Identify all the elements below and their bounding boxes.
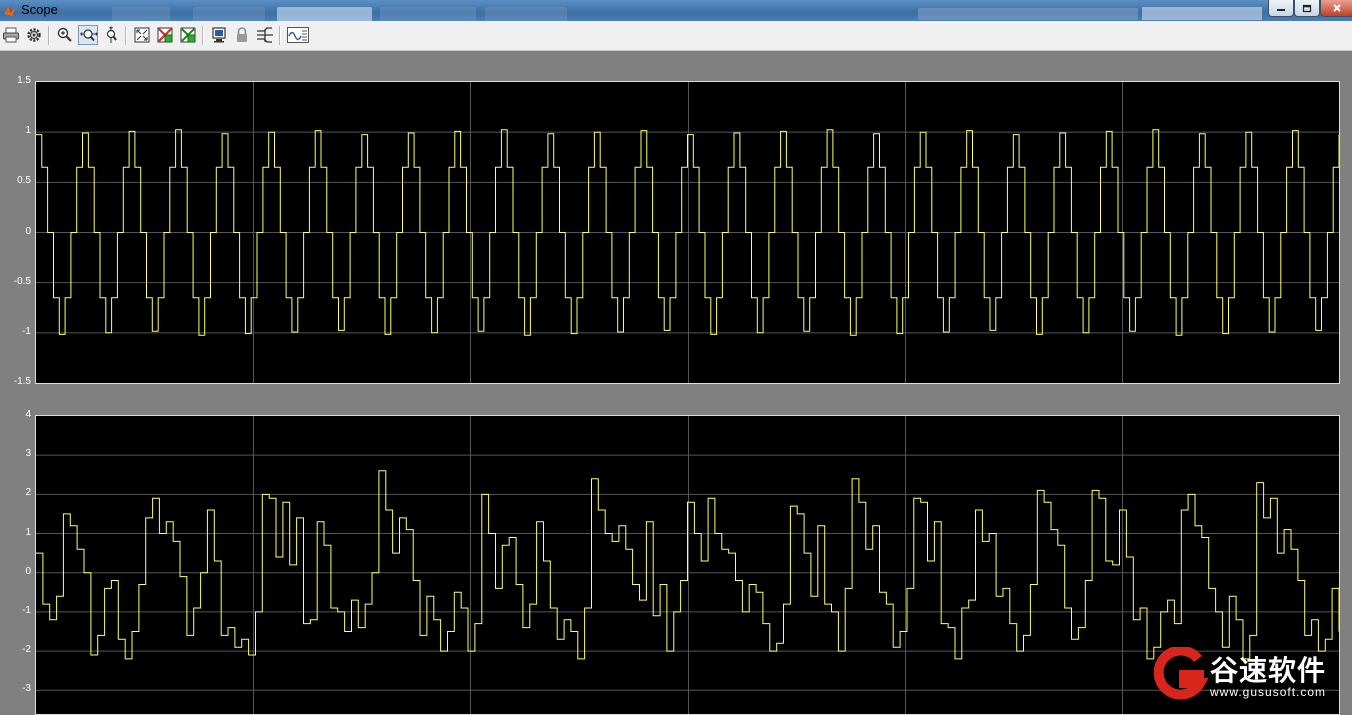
toolbar-separator <box>202 26 204 45</box>
ytick-label: 0 <box>25 565 31 577</box>
maximize-button[interactable] <box>1294 0 1320 17</box>
save-axes-button[interactable] <box>155 25 175 45</box>
ytick-label: 2 <box>25 487 31 499</box>
minimize-button[interactable] <box>1268 0 1294 17</box>
ytick-label: -1 <box>22 325 31 337</box>
toolbar-separator <box>125 26 127 45</box>
parameters-button[interactable] <box>24 25 44 45</box>
zoom-in-button[interactable] <box>55 25 75 45</box>
ytick-label: 0 <box>25 225 31 237</box>
legend-button[interactable] <box>286 25 310 45</box>
plot-axes-1[interactable] <box>35 81 1340 384</box>
signal-selection-button[interactable] <box>255 25 275 45</box>
zoom-x-icon <box>80 29 98 42</box>
save-axes-icon <box>157 27 173 43</box>
background-tab-active <box>277 7 372 21</box>
close-button[interactable] <box>1320 0 1352 17</box>
legend-icon <box>287 27 309 43</box>
background-tab <box>485 7 567 21</box>
scope-toolbar <box>0 21 1352 51</box>
zoom-in-icon <box>57 27 72 42</box>
ytick-label: 3 <box>25 448 31 460</box>
plot2-svg <box>36 416 1339 714</box>
zoom-x-button[interactable] <box>78 25 98 45</box>
ytick-label: 1 <box>25 125 31 137</box>
autoscale-icon <box>134 27 150 43</box>
ytick-label: 4 <box>25 409 31 420</box>
print-icon <box>3 27 19 43</box>
watermark-url: www.gususoft.com <box>1210 685 1327 699</box>
background-tab <box>380 7 476 21</box>
floating-scope-icon <box>212 27 226 43</box>
ytick-label: -0.5 <box>13 275 31 287</box>
ytick-label: -3 <box>22 683 31 695</box>
toolbar-separator <box>279 26 281 45</box>
matlab-icon <box>4 6 16 16</box>
signal-selection-icon <box>257 27 273 43</box>
title-bar: Scope <box>0 0 1352 21</box>
window-title: Scope <box>21 2 58 17</box>
plot1-svg <box>36 82 1339 383</box>
restore-axes-icon <box>180 27 196 43</box>
background-search <box>1142 7 1262 20</box>
ytick-label: 1.5 <box>17 75 31 86</box>
gususoft-logo-icon <box>1154 647 1208 700</box>
signal-trace-2 <box>36 470 1339 660</box>
lock-axes-button[interactable] <box>232 25 252 45</box>
background-tab <box>112 7 170 21</box>
close-icon <box>1333 4 1341 12</box>
watermark-text: 谷速软件 <box>1210 654 1327 687</box>
plot-axes-2[interactable] <box>35 415 1340 715</box>
zoom-y-icon <box>106 26 117 43</box>
minimize-icon <box>1277 9 1285 11</box>
restore-axes-button[interactable] <box>178 25 198 45</box>
background-quick-access <box>918 8 1138 20</box>
parameters-icon <box>27 28 41 42</box>
zoom-y-button[interactable] <box>101 25 121 45</box>
floating-scope-button[interactable] <box>209 25 229 45</box>
ytick-label: -1.5 <box>13 376 31 387</box>
restore-window-icon <box>1302 4 1312 13</box>
ytick-label: 0.5 <box>17 175 31 187</box>
lock-icon <box>237 27 247 42</box>
toolbar-separator <box>48 26 50 45</box>
ytick-label: 1 <box>25 526 31 538</box>
ytick-label: -1 <box>22 604 31 616</box>
background-tab <box>193 7 265 21</box>
print-button[interactable] <box>1 25 21 45</box>
ytick-label: -2 <box>22 644 31 656</box>
autoscale-button[interactable] <box>132 25 152 45</box>
watermark: 谷速软件 www.gususoft.com <box>1152 645 1352 701</box>
